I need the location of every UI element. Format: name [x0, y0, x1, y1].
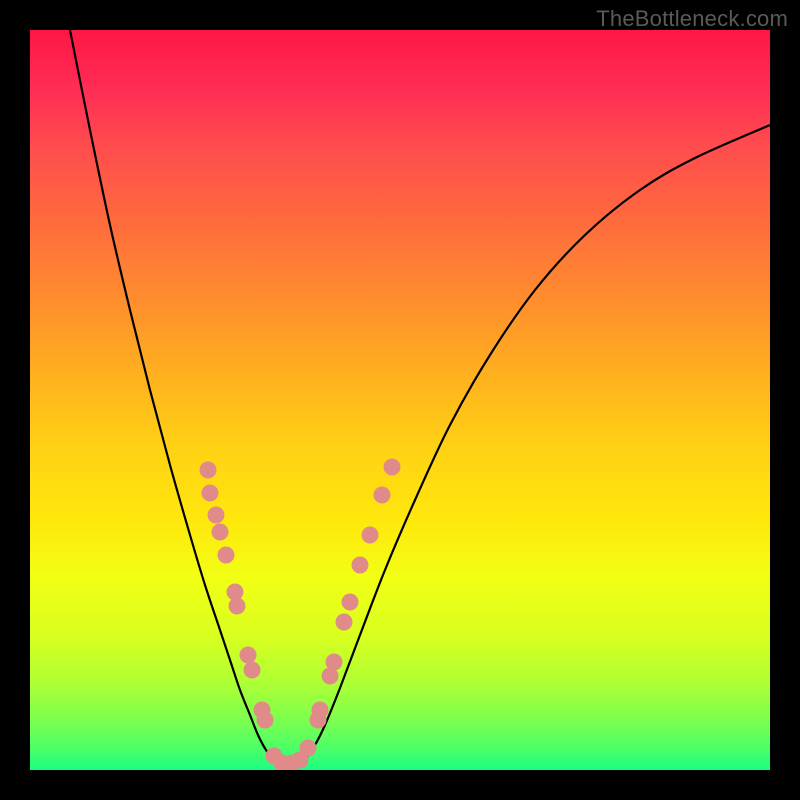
data-point-marker [384, 459, 401, 476]
bottleneck-curve [70, 30, 770, 767]
bottleneck-chart [30, 30, 770, 770]
data-point-marker [218, 547, 235, 564]
data-point-marker [212, 524, 229, 541]
data-point-marker [202, 485, 219, 502]
data-point-marker [300, 740, 317, 757]
data-point-marker [342, 594, 359, 611]
data-point-marker [257, 712, 274, 729]
data-point-marker [326, 654, 343, 671]
data-point-marker [208, 507, 225, 524]
data-point-marker [200, 462, 217, 479]
data-point-marker [240, 647, 257, 664]
data-point-marker [352, 557, 369, 574]
data-point-marker [312, 702, 329, 719]
data-point-marker [244, 662, 261, 679]
data-point-marker [336, 614, 353, 631]
watermark-text: TheBottleneck.com [596, 6, 788, 32]
data-point-marker [229, 598, 246, 615]
data-markers [200, 459, 401, 771]
data-point-marker [362, 527, 379, 544]
data-point-marker [374, 487, 391, 504]
